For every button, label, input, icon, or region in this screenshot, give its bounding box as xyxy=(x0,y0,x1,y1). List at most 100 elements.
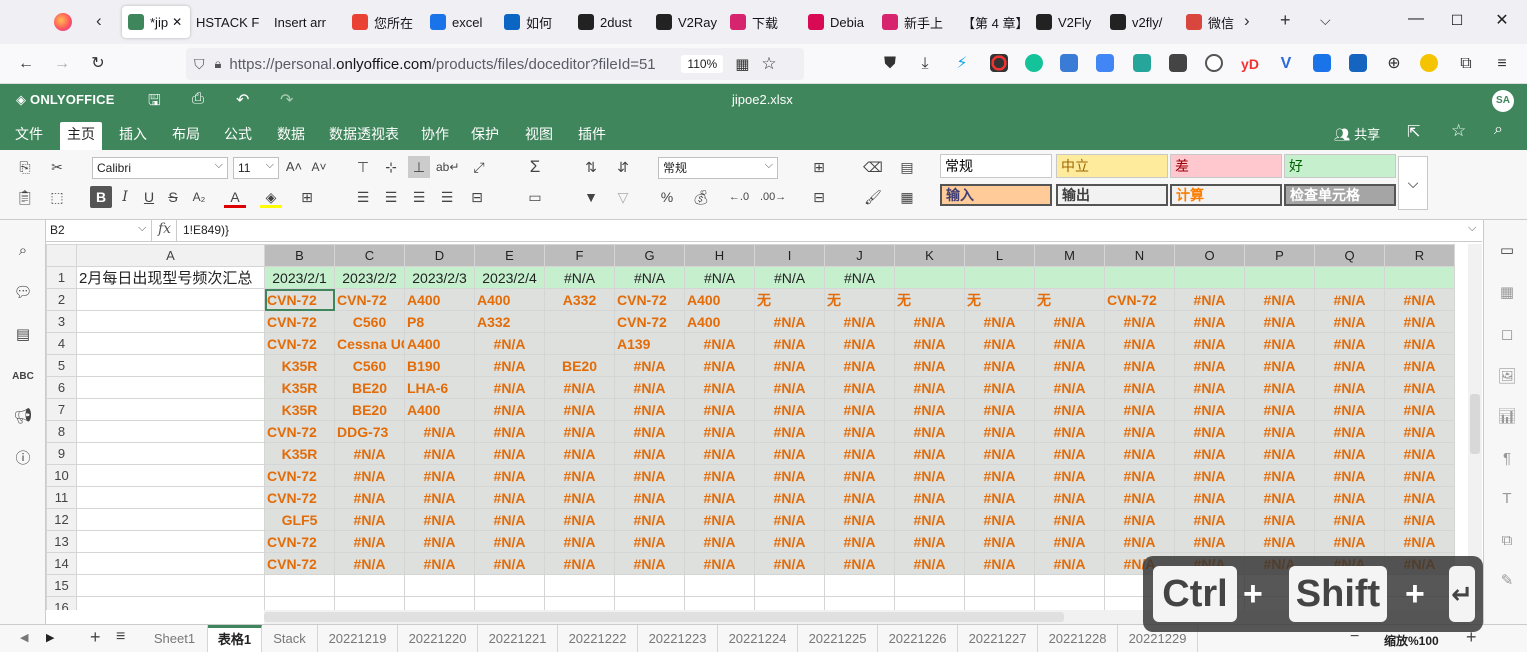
cell[interactable]: 无 xyxy=(894,288,965,311)
row-header[interactable]: 5 xyxy=(46,354,77,377)
italic-icon[interactable]: I xyxy=(114,186,136,208)
cell[interactable]: #N/A xyxy=(1384,420,1455,443)
cell[interactable]: #N/A xyxy=(1314,442,1385,465)
cell[interactable] xyxy=(76,596,265,610)
cell[interactable] xyxy=(404,596,475,610)
cell[interactable]: 无 xyxy=(964,288,1035,311)
cell[interactable]: #N/A xyxy=(1174,288,1245,311)
cell[interactable]: #N/A xyxy=(684,398,755,421)
column-header[interactable]: A xyxy=(76,244,265,267)
fill-color-icon[interactable]: ◈ xyxy=(260,186,282,208)
browser-tab-12[interactable]: V2Fly xyxy=(1036,6,1104,38)
cell[interactable]: BE20 xyxy=(544,354,615,377)
cell[interactable]: #N/A xyxy=(1174,376,1245,399)
cell[interactable]: #N/A xyxy=(1104,530,1175,553)
cell[interactable]: #N/A xyxy=(1104,420,1175,443)
cell[interactable] xyxy=(544,310,615,333)
cell[interactable]: #N/A xyxy=(1174,332,1245,355)
cell[interactable]: CVN-72 xyxy=(1104,288,1175,311)
select-all-icon[interactable]: ⬚ xyxy=(46,186,68,208)
image-settings-icon[interactable]: 🖼︎ xyxy=(1496,366,1518,388)
extension-circles-icon[interactable] xyxy=(990,54,1008,72)
cell[interactable]: #N/A xyxy=(404,464,475,487)
app-menu-icon[interactable]: ≡ xyxy=(1492,54,1512,74)
cell-style-5[interactable]: 输出 xyxy=(1056,184,1168,206)
cell[interactable]: #N/A xyxy=(1034,332,1105,355)
sheet-tab[interactable]: Sheet1 xyxy=(142,625,208,652)
cell[interactable]: #N/A xyxy=(1244,530,1315,553)
cell[interactable]: #N/A xyxy=(404,508,475,531)
cell[interactable] xyxy=(1314,266,1385,289)
cell[interactable] xyxy=(1384,266,1455,289)
cell[interactable] xyxy=(614,596,685,610)
feedback-icon[interactable]: 📢︎ xyxy=(12,406,34,428)
formula-expand-icon[interactable]: ⌵ xyxy=(1468,222,1476,235)
cell[interactable] xyxy=(76,354,265,377)
cell[interactable]: #N/A xyxy=(1244,486,1315,509)
cell[interactable]: CVN-72 xyxy=(264,486,335,509)
sheet-tab[interactable]: 表格1 xyxy=(208,625,262,652)
cell[interactable] xyxy=(894,596,965,610)
cell[interactable] xyxy=(76,398,265,421)
cell[interactable]: #N/A xyxy=(544,508,615,531)
sheet-tab[interactable]: 20221219 xyxy=(318,625,398,652)
cell[interactable] xyxy=(334,596,405,610)
cell[interactable]: #N/A xyxy=(404,486,475,509)
cell[interactable]: #N/A xyxy=(894,310,965,333)
align-left-icon[interactable]: ☰ xyxy=(352,186,374,208)
cell[interactable]: #N/A xyxy=(824,464,895,487)
cell[interactable] xyxy=(754,574,825,597)
last-sheet-icon[interactable]: ▶ xyxy=(46,631,54,644)
cell[interactable]: #N/A xyxy=(1314,310,1385,333)
menu-tab-1[interactable]: 主页 xyxy=(60,122,102,150)
cell-style-3[interactable]: 好 xyxy=(1284,154,1396,178)
cell-style-0[interactable]: 常规 xyxy=(940,154,1052,178)
decrease-decimal-icon[interactable]: ←.0 xyxy=(728,186,750,208)
row-header[interactable]: 3 xyxy=(46,310,77,333)
cell[interactable]: CVN-72 xyxy=(264,288,335,311)
name-box[interactable]: B2 xyxy=(46,220,152,241)
cell[interactable]: #N/A xyxy=(404,530,475,553)
cell[interactable]: #N/A xyxy=(894,464,965,487)
cell[interactable]: #N/A xyxy=(1104,464,1175,487)
cell[interactable]: #N/A xyxy=(1104,442,1175,465)
cell[interactable]: #N/A xyxy=(474,530,545,553)
cell[interactable] xyxy=(1174,266,1245,289)
cell[interactable]: A400 xyxy=(684,310,755,333)
cell[interactable]: #N/A xyxy=(1174,420,1245,443)
cell[interactable]: #N/A xyxy=(1104,486,1175,509)
cell[interactable]: #N/A xyxy=(964,530,1035,553)
sheet-tab[interactable]: 20221226 xyxy=(878,625,958,652)
cell[interactable]: #N/A xyxy=(474,398,545,421)
paragraph-settings-icon[interactable]: ¶ xyxy=(1496,448,1518,470)
cell[interactable]: #N/A xyxy=(684,354,755,377)
cell[interactable]: #N/A xyxy=(474,376,545,399)
cell[interactable]: #N/A xyxy=(964,508,1035,531)
cell[interactable]: #N/A xyxy=(964,376,1035,399)
cell[interactable]: #N/A xyxy=(824,332,895,355)
tab-scroll-right-icon[interactable]: › xyxy=(1244,11,1250,31)
formula-input[interactable]: 1!E849)} xyxy=(176,220,1456,241)
column-header[interactable]: D xyxy=(404,244,475,267)
cell[interactable]: BE20 xyxy=(334,376,405,399)
cell[interactable]: #N/A xyxy=(1314,354,1385,377)
cell[interactable]: #N/A xyxy=(684,332,755,355)
cell[interactable]: #N/A xyxy=(754,376,825,399)
sheet-tab[interactable]: 20221228 xyxy=(1038,625,1118,652)
cell[interactable]: C560 xyxy=(334,354,405,377)
cell[interactable]: #N/A xyxy=(1314,288,1385,311)
cell[interactable]: #N/A xyxy=(754,266,825,289)
column-header[interactable]: M xyxy=(1034,244,1105,267)
cell[interactable]: #N/A xyxy=(334,552,405,575)
cell[interactable] xyxy=(264,596,335,610)
cell[interactable]: #N/A xyxy=(1174,442,1245,465)
cell[interactable]: #N/A xyxy=(1384,398,1455,421)
cell[interactable]: #N/A xyxy=(1104,310,1175,333)
cell[interactable]: A332 xyxy=(474,310,545,333)
cell[interactable]: #N/A xyxy=(1104,398,1175,421)
cell[interactable]: #N/A xyxy=(474,420,545,443)
cell[interactable]: 无 xyxy=(1034,288,1105,311)
cell-settings-icon[interactable]: ▭ xyxy=(1496,240,1518,262)
cell[interactable]: 2023/2/3 xyxy=(404,266,475,289)
cell[interactable]: #N/A xyxy=(1104,376,1175,399)
